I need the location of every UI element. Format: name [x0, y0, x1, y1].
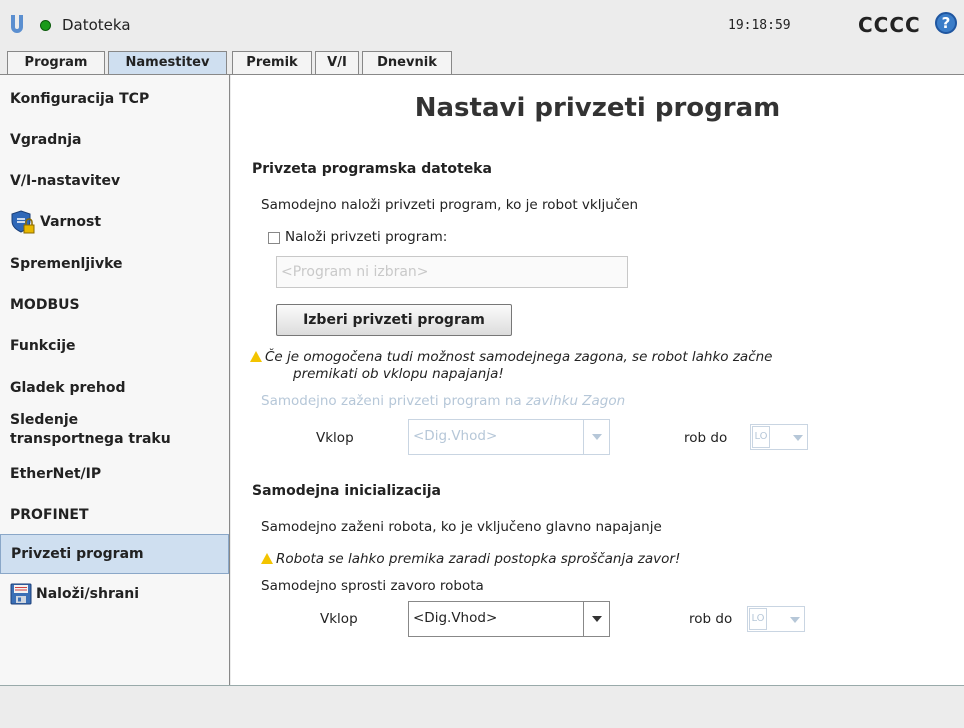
- sidebar-item-vgradnja[interactable]: Vgradnja: [0, 132, 229, 148]
- autostart-text: Samodejno zaženi privzeti program na zav…: [261, 393, 625, 409]
- top-bar: Datoteka 19:18:59 CCCC ?: [0, 0, 964, 50]
- tab-dnevnik[interactable]: Dnevnik: [362, 51, 452, 75]
- main-tabs: Program Namestitev Premik V/I Dnevnik: [0, 51, 964, 75]
- sidebar-item-conveyor-tracking[interactable]: Sledenje transportnega traku: [0, 411, 229, 449]
- edge-value: LO: [749, 608, 767, 630]
- sidebar-item-nalozi-shrani[interactable]: Naloži/shrani: [0, 583, 229, 605]
- sidebar-item-varnost[interactable]: Varnost: [0, 209, 229, 235]
- chevron-down-icon: [790, 617, 800, 623]
- warning-text-line1: Če je omogočena tudi možnost samodejnega…: [265, 349, 773, 365]
- floppy-disk-icon: [10, 583, 32, 605]
- trigger-select-1[interactable]: <Dig.Vhod>: [408, 419, 610, 455]
- clock: 19:18:59: [728, 18, 791, 33]
- app-title[interactable]: Datoteka: [62, 16, 131, 34]
- brake-release-text: Samodejno sprosti zavoro robota: [261, 578, 484, 594]
- autostart-warning: Če je omogočena tudi možnost samodejnega…: [250, 349, 773, 383]
- auto-init-description: Samodejno zaženi robota, ko je vključeno…: [261, 519, 662, 535]
- sidebar: Konfiguracija TCP Vgradnja V/I-nastavite…: [0, 75, 230, 685]
- chevron-down-icon: [583, 420, 609, 454]
- robot-name: CCCC: [858, 13, 921, 37]
- trigger-select-2[interactable]: <Dig.Vhod>: [408, 601, 610, 637]
- tab-premik[interactable]: Premik: [232, 51, 312, 75]
- autoload-description: Samodejno naloži privzeti program, ko je…: [261, 197, 639, 213]
- warning-icon: [261, 553, 273, 564]
- sidebar-item-privzeti-program[interactable]: Privzeti program: [0, 534, 229, 574]
- edge-select-2[interactable]: LO: [747, 606, 805, 632]
- ur-logo-icon: [11, 15, 23, 33]
- brake-warning-text: Robota se lahko premika zaradi postopka …: [276, 551, 681, 567]
- warning-text-line2: premikati ob vklopu napajanja!: [293, 366, 504, 382]
- chevron-down-icon: [583, 602, 609, 636]
- edge-select-1[interactable]: LO: [750, 424, 808, 450]
- trigger-label-1: Vklop: [316, 430, 354, 446]
- status-indicator-icon: [40, 20, 51, 31]
- main-panel: Nastavi privzeti program Privzeta progra…: [231, 75, 964, 685]
- trigger-select-value: <Dig.Vhod>: [413, 428, 498, 444]
- sidebar-item-label: transportnega traku: [10, 431, 171, 447]
- sidebar-item-modbus[interactable]: MODBUS: [0, 297, 229, 313]
- shield-lock-icon: [11, 210, 35, 234]
- load-default-program-label[interactable]: Naloži privzeti program:: [285, 229, 447, 245]
- help-icon[interactable]: ?: [935, 12, 957, 34]
- section-heading-auto-init: Samodejna inicializacija: [252, 483, 441, 499]
- load-default-program-checkbox[interactable]: [268, 232, 280, 244]
- section-heading-default-file: Privzeta programska datoteka: [252, 161, 492, 177]
- sidebar-item-ethernet-ip[interactable]: EtherNet/IP: [0, 466, 229, 482]
- warning-icon: [250, 351, 262, 362]
- zagon-tab-link[interactable]: zavihku Zagon: [526, 393, 625, 409]
- sidebar-item-funkcije[interactable]: Funkcije: [0, 338, 229, 354]
- sidebar-item-profinet[interactable]: PROFINET: [0, 507, 229, 523]
- sidebar-item-label: Varnost: [40, 214, 102, 230]
- footer-bar: [0, 686, 964, 728]
- sidebar-item-label: Naloži/shrani: [36, 586, 140, 602]
- trigger-label-2: Vklop: [320, 611, 358, 627]
- default-program-field: <Program ni izbran>: [276, 256, 628, 288]
- tab-program[interactable]: Program: [7, 51, 105, 75]
- tab-namestitev[interactable]: Namestitev: [108, 51, 227, 75]
- sidebar-item-spremenljivke[interactable]: Spremenljivke: [0, 256, 229, 272]
- page-title: Nastavi privzeti program: [414, 93, 781, 123]
- chevron-down-icon: [793, 435, 803, 441]
- sidebar-item-label: Sledenje: [10, 412, 79, 428]
- sidebar-item-io-setup[interactable]: V/I-nastavitev: [0, 173, 229, 189]
- trigger-select-value: <Dig.Vhod>: [413, 610, 498, 626]
- edge-label-2: rob do: [689, 611, 733, 627]
- sidebar-item-gladek-prehod[interactable]: Gladek prehod: [0, 380, 229, 396]
- autostart-prefix: Samodejno zaženi privzeti program na: [261, 393, 526, 409]
- brake-warning: Robota se lahko premika zaradi postopka …: [261, 551, 680, 567]
- edge-label-1: rob do: [684, 430, 728, 446]
- sidebar-item-tcp[interactable]: Konfiguracija TCP: [0, 91, 229, 107]
- tab-vi[interactable]: V/I: [315, 51, 359, 75]
- select-default-program-button[interactable]: Izberi privzeti program: [276, 304, 512, 336]
- edge-value: LO: [752, 426, 770, 448]
